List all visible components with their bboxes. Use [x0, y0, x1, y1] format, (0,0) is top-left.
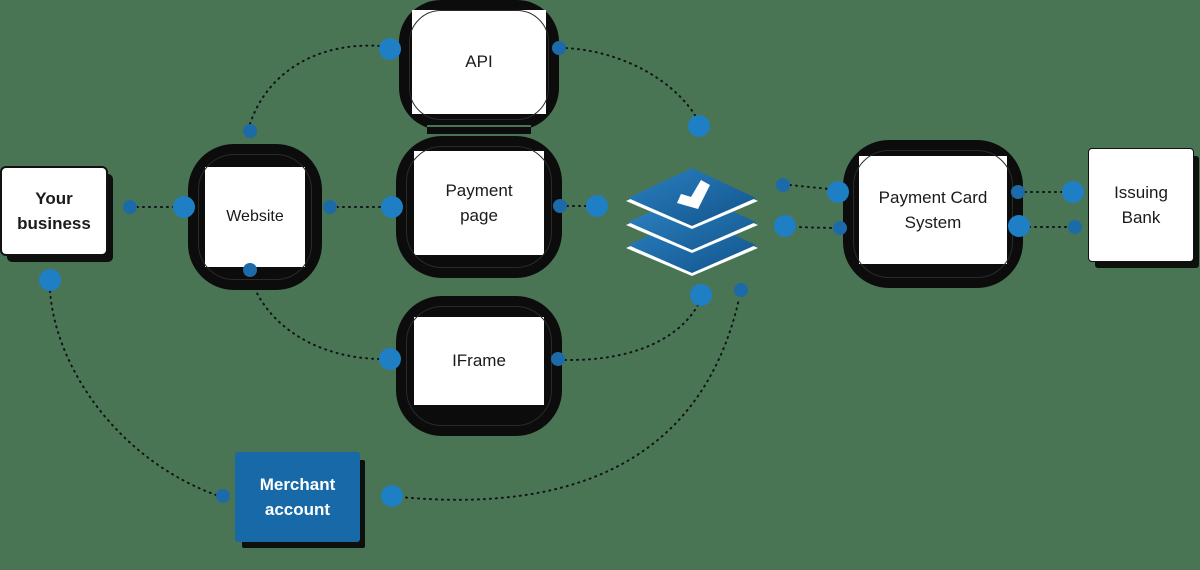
dot-website-top[interactable]: [243, 124, 257, 138]
node-your-business[interactable]: Your business: [0, 166, 108, 256]
platform-logo: [622, 160, 762, 280]
dot-payment-page-left[interactable]: [381, 196, 403, 218]
node-website-screen: Website: [205, 167, 305, 267]
node-payment-page-screen: Payment page: [414, 151, 544, 255]
node-api-label: API: [465, 52, 493, 72]
dot-merchant-right[interactable]: [381, 485, 403, 507]
node-payment-card-system-label: Payment Card System: [878, 187, 988, 233]
dot-website-right[interactable]: [323, 200, 337, 214]
dot-pcs-in-small-top[interactable]: [776, 178, 790, 192]
diagram-canvas: Your business Website API Payment page IFr…: [0, 0, 1200, 570]
dot-your-business-right[interactable]: [123, 200, 137, 214]
node-iframe-label: IFrame: [452, 351, 506, 371]
dot-logo-left[interactable]: [586, 195, 608, 217]
node-api-screen: API: [412, 10, 546, 114]
node-payment-page-label: Payment page: [445, 180, 513, 226]
dot-website-left[interactable]: [173, 196, 195, 218]
node-issuing-bank-label: Issuing Bank: [1114, 182, 1168, 228]
node-iframe[interactable]: IFrame: [396, 296, 562, 436]
edge-card-system-in-bottom: [793, 226, 835, 229]
dot-api-left[interactable]: [379, 38, 401, 60]
dot-iframe-right[interactable]: [551, 352, 565, 366]
node-website-label: Website: [226, 208, 284, 225]
node-issuing-bank[interactable]: Issuing Bank: [1088, 148, 1194, 262]
node-your-business-label: Your business: [17, 188, 91, 234]
dot-your-business-bottom[interactable]: [39, 269, 61, 291]
dot-iframe-left[interactable]: [379, 348, 401, 370]
dot-iframe-curve-end[interactable]: [690, 284, 712, 306]
dot-api-curve-end[interactable]: [688, 115, 710, 137]
edge-api-to-card-system: [565, 47, 697, 118]
dot-pcs-right-bottom[interactable]: [1008, 215, 1030, 237]
node-payment-card-system-screen: Payment Card System: [859, 156, 1007, 264]
edge-card-system-in-top: [789, 184, 830, 190]
node-merchant-account-label: Merchant account: [259, 474, 336, 520]
dot-payment-page-right[interactable]: [553, 199, 567, 213]
dot-merchant-curve-top[interactable]: [734, 283, 748, 297]
node-api[interactable]: API: [399, 0, 559, 136]
edge-iframe-to-card-system: [564, 304, 699, 362]
dot-pcs-in-large-bottom[interactable]: [774, 215, 796, 237]
dot-pcs-right-top[interactable]: [1011, 185, 1025, 199]
dot-api-right[interactable]: [552, 41, 566, 55]
node-payment-card-system[interactable]: Payment Card System: [843, 140, 1023, 288]
edge-your-business-to-merchant: [49, 290, 217, 496]
dot-bank-left-top[interactable]: [1062, 181, 1084, 203]
dot-pcs-left-bottom[interactable]: [833, 221, 847, 235]
edge-website-to-api: [249, 44, 381, 125]
edge-layer: [49, 44, 1070, 501]
dot-website-bottom[interactable]: [243, 263, 257, 277]
dot-pcs-left-top[interactable]: [827, 181, 849, 203]
node-payment-page[interactable]: Payment page: [396, 136, 562, 278]
node-iframe-screen: IFrame: [414, 317, 544, 405]
dot-bank-left-bottom[interactable]: [1068, 220, 1082, 234]
stacked-layers-icon: [626, 168, 758, 276]
api-neck: [427, 125, 531, 136]
node-merchant-account[interactable]: Merchant account: [235, 452, 360, 542]
dot-merchant-left[interactable]: [216, 489, 230, 503]
